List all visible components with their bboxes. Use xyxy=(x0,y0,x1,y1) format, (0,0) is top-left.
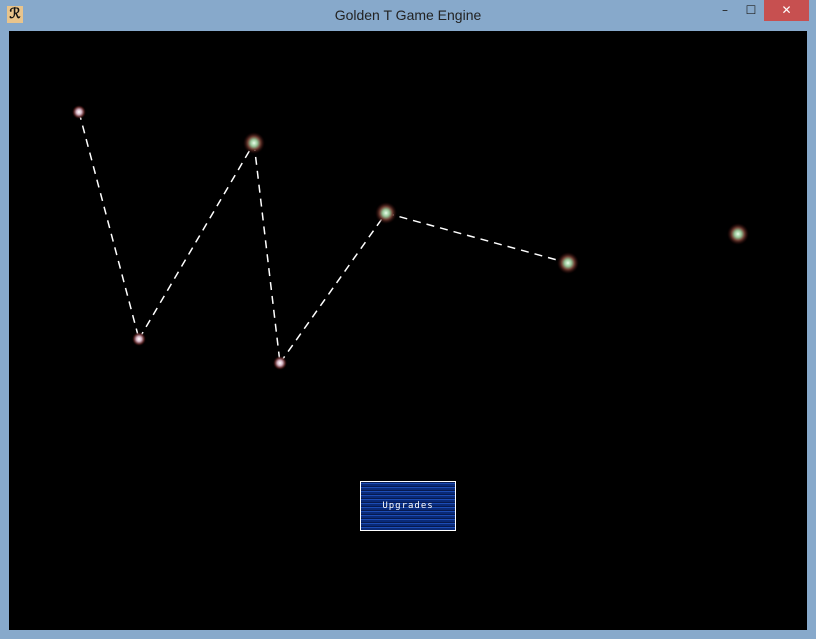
window-title: Golden T Game Engine xyxy=(334,7,482,23)
route-line xyxy=(385,212,569,264)
route-line xyxy=(138,142,255,340)
upgrades-button[interactable]: Upgrades xyxy=(360,481,456,531)
route-line xyxy=(279,212,387,364)
maximize-button[interactable]: ☐ xyxy=(738,0,764,21)
star-node[interactable] xyxy=(132,332,146,346)
star-node[interactable] xyxy=(557,252,579,274)
title-bar: ℛ Golden T Game Engine – ☐ ✕ xyxy=(0,0,816,31)
star-node[interactable] xyxy=(273,356,287,370)
star-node[interactable] xyxy=(72,105,86,119)
star-map xyxy=(72,105,749,370)
route-line xyxy=(253,142,281,364)
close-button[interactable]: ✕ xyxy=(764,0,809,21)
star-node[interactable] xyxy=(375,202,397,224)
route-line xyxy=(78,111,140,340)
minimize-button[interactable]: – xyxy=(712,0,738,21)
game-canvas[interactable]: Upgrades xyxy=(9,31,807,630)
star-node[interactable] xyxy=(727,223,749,245)
star-node[interactable] xyxy=(243,132,265,154)
